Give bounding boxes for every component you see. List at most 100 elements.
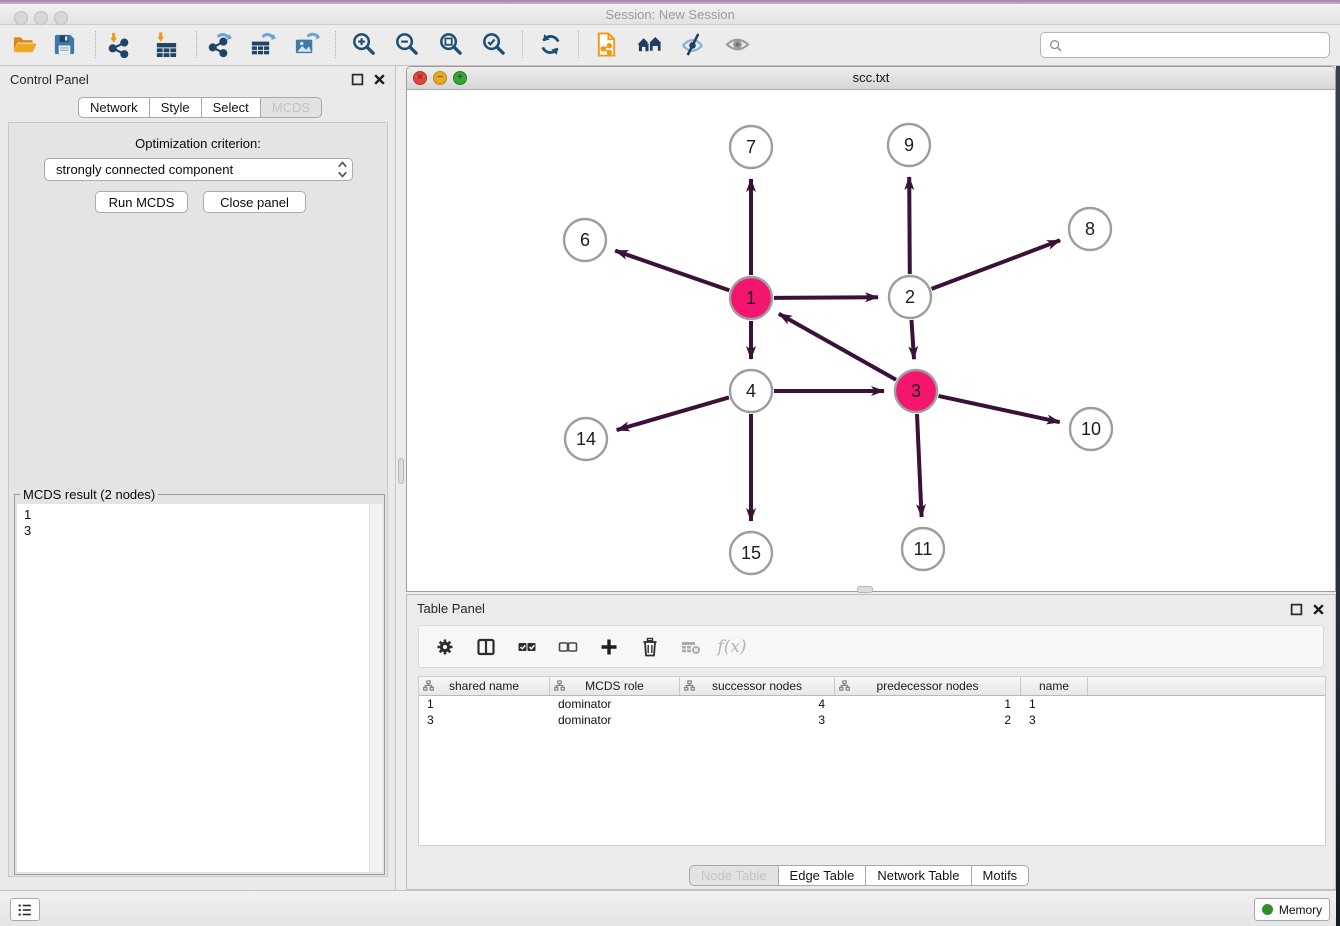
- close-panel-button[interactable]: Close panel: [203, 191, 306, 213]
- network-minimize-button[interactable]: [433, 71, 447, 85]
- network-canvas[interactable]: 7968124314101511: [407, 90, 1335, 592]
- tab-motifs[interactable]: Motifs: [971, 865, 1030, 886]
- network-graph[interactable]: 7968124314101511: [407, 90, 1335, 592]
- mcds-result-line: 1: [24, 507, 370, 523]
- table-body: 1dominator4113dominator323: [419, 696, 1325, 728]
- control-panel-title: Control Panel: [10, 72, 89, 87]
- mcds-result-textarea[interactable]: 13: [17, 504, 370, 872]
- tab-network-table[interactable]: Network Table: [865, 865, 971, 886]
- network-close-button[interactable]: [413, 71, 427, 85]
- graph-node-label-10: 10: [1081, 419, 1101, 439]
- graph-edge-1-6[interactable]: [615, 251, 729, 291]
- chevron-updown-icon: [336, 159, 349, 180]
- status-bar: Memory: [0, 890, 1336, 926]
- mcds-result-label: MCDS result (2 nodes): [20, 487, 158, 502]
- float-panel-icon[interactable]: [351, 73, 364, 86]
- table-mode-gear-icon[interactable]: [435, 637, 455, 657]
- import-table-from-file-button[interactable]: [152, 30, 180, 58]
- new-network-from-selection-button[interactable]: [592, 30, 620, 58]
- first-neighbors-icon: [636, 31, 663, 58]
- graph-node-label-7: 7: [746, 137, 756, 157]
- deselect-all-checkboxes-icon[interactable]: [558, 637, 578, 657]
- network-maximize-button[interactable]: [453, 71, 467, 85]
- hide-selection-button[interactable]: [678, 30, 706, 58]
- search-input[interactable]: [1067, 37, 1322, 54]
- show-all-button[interactable]: [723, 30, 751, 58]
- close-table-panel-icon[interactable]: [1312, 603, 1325, 616]
- column-header-MCDS-role[interactable]: MCDS role: [550, 677, 680, 695]
- toolbar-separator: [196, 31, 197, 58]
- memory-button[interactable]: Memory: [1254, 898, 1330, 921]
- tree-hierarchy-icon: [423, 680, 434, 691]
- close-panel-icon[interactable]: [373, 73, 386, 86]
- vertical-splitter-grip[interactable]: [398, 458, 404, 484]
- tab-style[interactable]: Style: [149, 97, 202, 118]
- toolbar-separator: [522, 31, 523, 58]
- task-history-button[interactable]: [10, 898, 40, 921]
- optimization-criterion-label: Optimization criterion:: [0, 136, 396, 151]
- tab-edge-table[interactable]: Edge Table: [778, 865, 867, 886]
- tab-node-table[interactable]: Node Table: [689, 865, 779, 886]
- horizontal-splitter-grip[interactable]: [857, 586, 873, 593]
- graph-edge-1-2[interactable]: [774, 297, 878, 298]
- first-neighbors-button[interactable]: [635, 30, 663, 58]
- tab-select[interactable]: Select: [201, 97, 261, 118]
- graph-node-label-9: 9: [904, 135, 914, 155]
- table-cell: 3: [1021, 712, 1088, 728]
- table-row[interactable]: 1dominator411: [419, 696, 1325, 712]
- export-image-button[interactable]: [292, 30, 320, 58]
- tab-mcds[interactable]: MCDS: [260, 97, 322, 118]
- desktop-background-right: [1336, 66, 1340, 926]
- tree-hierarchy-icon: [554, 680, 565, 691]
- column-header-successor-nodes[interactable]: successor nodes: [680, 677, 835, 695]
- table-cell: 4: [680, 696, 835, 712]
- toolbar-separator: [578, 31, 579, 58]
- column-header-predecessor-nodes[interactable]: predecessor nodes: [835, 677, 1021, 695]
- graph-node-label-14: 14: [576, 429, 596, 449]
- apply-preferred-layout-button[interactable]: [536, 30, 564, 58]
- graph-edge-3-10[interactable]: [939, 396, 1060, 422]
- zoom-in-button[interactable]: [349, 30, 377, 58]
- criterion-dropdown[interactable]: strongly connected component: [44, 158, 353, 181]
- zoom-fit-content-button[interactable]: [436, 30, 464, 58]
- graph-edge-3-1[interactable]: [779, 314, 896, 380]
- graph-edge-4-14[interactable]: [617, 397, 729, 430]
- app-title: Session: New Session: [0, 4, 1340, 25]
- add-column-plus-icon[interactable]: [599, 637, 619, 657]
- delete-table-disabled-icon: [681, 637, 701, 657]
- graph-edge-2-8[interactable]: [932, 240, 1061, 289]
- tab-network[interactable]: Network: [78, 97, 150, 118]
- search-icon: [1048, 38, 1063, 53]
- table-header-row: shared nameMCDS rolesuccessor nodesprede…: [419, 677, 1325, 696]
- run-mcds-button[interactable]: Run MCDS: [95, 191, 188, 213]
- column-header-name[interactable]: name: [1021, 677, 1088, 695]
- open-session-button[interactable]: [10, 30, 38, 58]
- column-header-shared-name[interactable]: shared name: [419, 677, 550, 695]
- tree-hierarchy-icon: [684, 680, 695, 691]
- graph-edge-2-9[interactable]: [909, 177, 910, 274]
- export-table-button[interactable]: [248, 30, 276, 58]
- show-all-icon: [724, 31, 751, 58]
- select-all-checkboxes-icon[interactable]: [517, 637, 537, 657]
- search-box[interactable]: [1040, 32, 1330, 58]
- graph-node-label-11: 11: [914, 539, 933, 559]
- zoom-selected-region-button[interactable]: [479, 30, 507, 58]
- app-titlebar: Session: New Session: [0, 4, 1340, 25]
- toggle-column-view-icon[interactable]: [476, 637, 496, 657]
- table-cell: 3: [419, 712, 550, 728]
- table-row[interactable]: 3dominator323: [419, 712, 1325, 728]
- float-table-panel-icon[interactable]: [1290, 603, 1303, 616]
- function-builder-disabled-icon: f(x): [722, 637, 742, 657]
- control-panel: Control Panel NetworkStyleSelectMCDS Opt…: [0, 66, 396, 890]
- delete-column-trash-icon[interactable]: [640, 637, 660, 657]
- graph-edge-3-11[interactable]: [917, 414, 922, 517]
- import-network-from-file-button[interactable]: [104, 30, 132, 58]
- network-window-titlebar[interactable]: scc.txt: [407, 67, 1335, 90]
- result-scrollbar[interactable]: [369, 504, 382, 872]
- export-network-button[interactable]: [205, 30, 233, 58]
- zoom-out-button[interactable]: [392, 30, 420, 58]
- criterion-dropdown-value: strongly connected component: [56, 162, 233, 177]
- table-cell: 3: [680, 712, 835, 728]
- save-session-button[interactable]: [50, 30, 78, 58]
- graph-edge-2-3[interactable]: [912, 320, 915, 359]
